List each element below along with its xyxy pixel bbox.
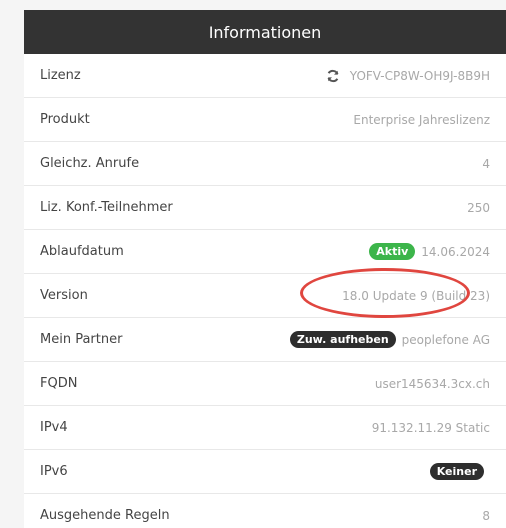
row-ipv6: IPv6 Keiner [24, 450, 506, 494]
row-fqdn: FQDN user145634.3cx.ch [24, 362, 506, 406]
row-value: Enterprise Jahreslizenz [353, 112, 490, 127]
partner-name: peoplefone AG [401, 332, 490, 347]
row-label: FQDN [40, 376, 78, 391]
row-label: Mein Partner [40, 332, 123, 347]
row-label: IPv6 [40, 464, 68, 479]
row-konf-teilnehmer: Liz. Konf.-Teilnehmer 250 [24, 186, 506, 230]
row-ipv4: IPv4 91.132.11.29 Static [24, 406, 506, 450]
row-value: Zuw. aufheben peoplefone AG [289, 331, 490, 348]
row-value: YOFV-CP8W-OH9J-8B9H [326, 69, 490, 83]
row-label: IPv4 [40, 420, 68, 435]
row-lizenz: Lizenz YOFV-CP8W-OH9J-8B9H [24, 54, 506, 98]
row-value: 4 [482, 156, 490, 171]
row-label: Produkt [40, 112, 90, 127]
status-badge-aktiv: Aktiv [369, 243, 416, 260]
row-label: Gleichz. Anrufe [40, 156, 140, 171]
unassign-partner-button[interactable]: Zuw. aufheben [289, 331, 396, 348]
row-label: Liz. Konf.-Teilnehmer [40, 200, 173, 215]
row-value: user145634.3cx.ch [374, 376, 490, 391]
row-gleichz-anrufe: Gleichz. Anrufe 4 [24, 142, 506, 186]
row-produkt: Produkt Enterprise Jahreslizenz [24, 98, 506, 142]
row-value: Aktiv 14.06.2024 [369, 243, 490, 260]
row-value: 8 [482, 508, 490, 523]
row-mein-partner: Mein Partner Zuw. aufheben peoplefone AG [24, 318, 506, 362]
license-key: YOFV-CP8W-OH9J-8B9H [349, 68, 490, 83]
row-value: 91.132.11.29 Static [371, 420, 490, 435]
page: Informationen Lizenz YOFV-CP8W-OH9J-8B9H… [0, 0, 506, 528]
status-badge-keiner: Keiner [429, 463, 484, 480]
row-label: Lizenz [40, 68, 81, 83]
row-version: Version 18.0 Update 9 (Build 23) [24, 274, 506, 318]
expiry-date: 14.06.2024 [421, 244, 490, 259]
row-label: Version [40, 288, 88, 303]
refresh-icon[interactable] [326, 69, 340, 83]
info-panel: Informationen Lizenz YOFV-CP8W-OH9J-8B9H… [24, 10, 506, 528]
row-value: Keiner [429, 463, 490, 480]
row-ablaufdatum: Ablaufdatum Aktiv 14.06.2024 [24, 230, 506, 274]
panel-header: Informationen [24, 10, 506, 54]
row-value: 250 [467, 200, 490, 215]
row-label: Ausgehende Regeln [40, 508, 170, 523]
row-value: 18.0 Update 9 (Build 23) [342, 288, 490, 303]
row-label: Ablaufdatum [40, 244, 124, 259]
row-ausgehende-regeln: Ausgehende Regeln 8 [24, 494, 506, 528]
panel-title: Informationen [208, 22, 322, 42]
